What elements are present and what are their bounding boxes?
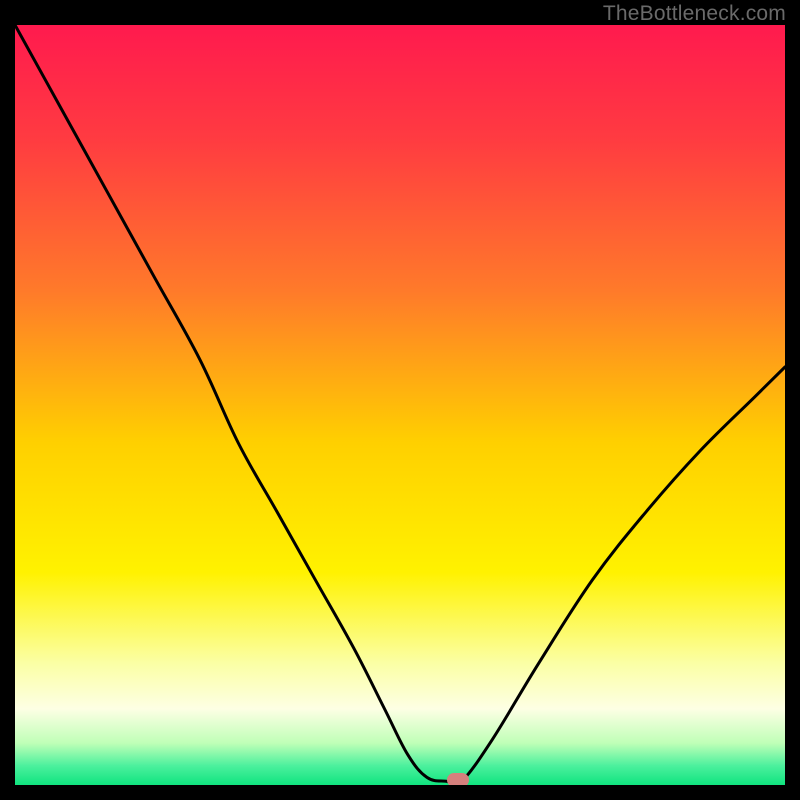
chart-stage: TheBottleneck.com <box>0 0 800 800</box>
curve-layer <box>15 25 785 785</box>
plot-area <box>15 25 785 785</box>
bottleneck-curve <box>15 25 785 785</box>
optimal-marker <box>447 773 469 785</box>
watermark-text: TheBottleneck.com <box>603 2 786 26</box>
